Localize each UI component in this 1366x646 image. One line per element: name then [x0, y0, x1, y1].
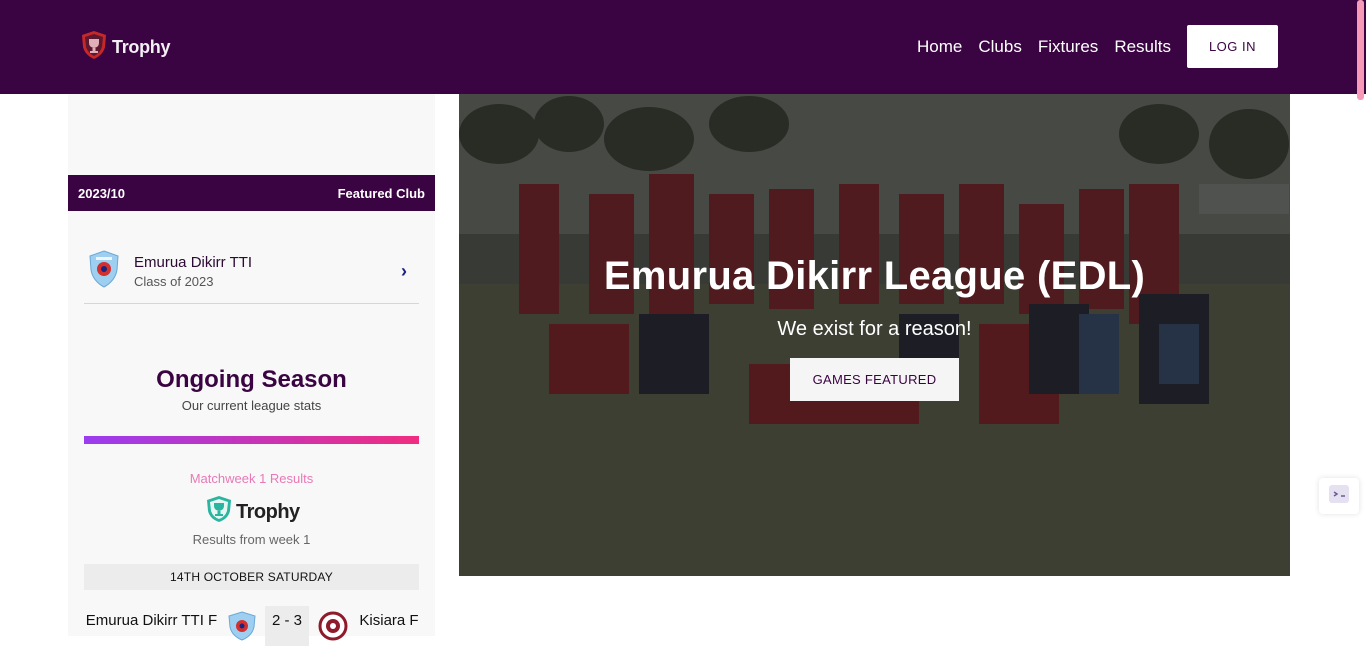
chat-widget-icon — [1328, 484, 1350, 509]
results-brand: Trophy — [206, 495, 300, 529]
chevron-right-icon[interactable]: › — [401, 261, 407, 282]
gradient-divider — [84, 436, 419, 444]
results-from-week: Results from week 1 — [192, 532, 311, 547]
sidebar: 2023/10 Featured Club Emurua Dikirr TTI … — [68, 94, 435, 646]
ongoing-season-title: Ongoing Season — [156, 366, 347, 393]
nav-fixtures[interactable]: Fixtures — [1038, 37, 1098, 57]
page-scrollbar[interactable] — [1357, 0, 1364, 100]
top-navbar: Trophy Home Clubs Fixtures Results LOG I… — [0, 0, 1366, 94]
away-crest-icon — [316, 611, 350, 646]
hero-subtitle: We exist for a reason! — [777, 318, 972, 340]
home-team: Emurua Dikirr TTI F — [85, 612, 218, 629]
featured-label: Featured Club — [337, 185, 425, 201]
main-nav: Home Clubs Fixtures Results — [917, 37, 1171, 57]
results-brand-name: Trophy — [236, 500, 300, 523]
chat-widget-button[interactable] — [1319, 478, 1359, 514]
ongoing-season-subtitle: Our current league stats — [181, 398, 322, 413]
club-crest-icon — [88, 249, 120, 293]
club-subtitle: Class of 2023 — [134, 273, 214, 289]
away-team: Kisiara F — [359, 612, 419, 629]
brand-logo-link[interactable]: Trophy — [80, 30, 171, 65]
match-score: 2 - 3 — [265, 606, 309, 646]
club-name: Emurua Dikirr TTI — [134, 253, 253, 271]
nav-home[interactable]: Home — [917, 37, 962, 57]
trophy-shield-icon — [80, 30, 108, 65]
hero-banner: Emurua Dikirr League (EDL) We exist for … — [459, 94, 1290, 576]
match-result-row[interactable]: Emurua Dikirr TTI F 2 - 3 Kisiara F — [84, 606, 419, 646]
brand-name: Trophy — [112, 37, 171, 57]
nav-results[interactable]: Results — [1114, 37, 1171, 57]
trophy-badge-icon — [206, 495, 232, 529]
club-info: Emurua Dikirr TTI Class of 2023 — [134, 254, 252, 289]
login-button[interactable]: LOG IN — [1187, 25, 1278, 68]
season-label: 2023/10 — [78, 185, 125, 201]
hero-title: Emurua Dikirr League (EDL) — [603, 254, 1146, 298]
featured-club-header: 2023/10 Featured Club — [68, 175, 435, 211]
nav-clubs[interactable]: Clubs — [978, 37, 1021, 57]
matchweek-label: Matchweek 1 Results — [189, 471, 314, 486]
match-date: 14TH OCTOBER SATURDAY — [84, 564, 419, 590]
games-featured-button[interactable]: GAMES FEATURED — [790, 358, 959, 401]
featured-club-row[interactable]: Emurua Dikirr TTI Class of 2023 › — [84, 239, 419, 304]
home-crest-icon — [226, 611, 258, 646]
